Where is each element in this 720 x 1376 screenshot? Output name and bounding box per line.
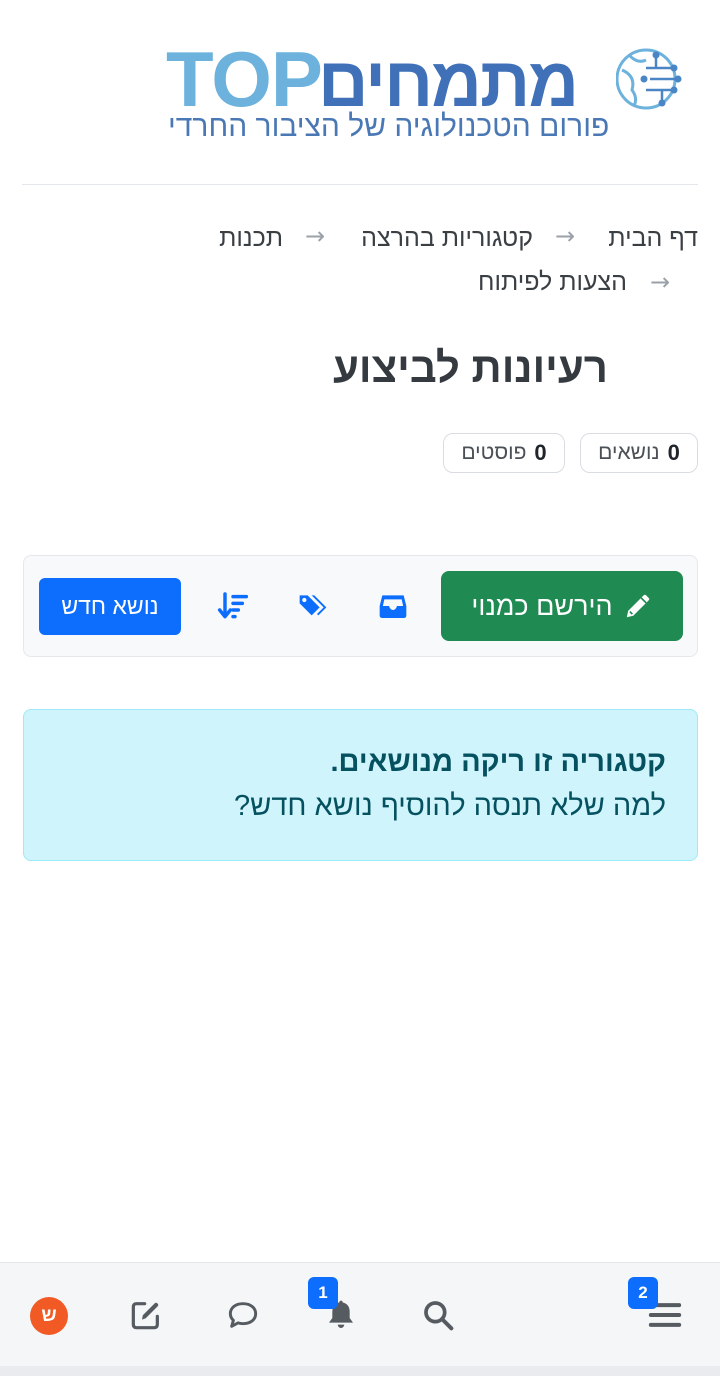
avatar[interactable]: ש [30, 1297, 68, 1335]
compose-icon [131, 1302, 159, 1330]
page-title: רעיונות לביצוע [332, 344, 608, 391]
header-divider [22, 184, 698, 185]
notifications-button[interactable]: 1 [305, 1263, 377, 1367]
empty-state-text: למה שלא תנסה להוסיף נושא חדש? [234, 790, 666, 822]
site-logo[interactable]: TOP מתמחים פורום הטכנולוגיה של הציבור הח… [160, 35, 690, 150]
pencil-icon [626, 594, 649, 618]
register-button[interactable]: הירשם כמנוי [441, 571, 683, 641]
sort-icon[interactable] [217, 590, 249, 622]
site-header: TOP מתמחים פורום הטכנולוגיה של הציבור הח… [0, 0, 720, 185]
breadcrumb-item-categories[interactable]: קטגוריות בהרצה [361, 224, 533, 253]
topics-count: 0 [667, 440, 680, 465]
search-icon [424, 1301, 454, 1331]
chats-button[interactable] [207, 1263, 279, 1367]
empty-state-title: קטגוריה זו ריקה מנושאים. [330, 746, 666, 778]
breadcrumb-item-home[interactable]: דף הבית [608, 224, 698, 253]
chat-icon [228, 1302, 258, 1328]
inbox-icon[interactable] [377, 590, 409, 622]
empty-category-alert: קטגוריה זו ריקה מנושאים. למה שלא תנסה לה… [23, 709, 698, 861]
tags-icon[interactable] [297, 590, 329, 622]
menu-badge: 2 [628, 1277, 658, 1309]
register-label: הירשם כמנוי [471, 590, 613, 621]
breadcrumb-item-suggestions[interactable]: הצעות לפיתוח [478, 268, 627, 297]
compose-button[interactable] [110, 1263, 182, 1367]
posts-count-badge: 0 פוסטים [443, 433, 565, 473]
arrow-right-icon: → [555, 222, 576, 250]
category-toolbar: הירשם כמנוי נושא חדש [23, 555, 698, 657]
topics-count-badge: 0 נושאים [580, 433, 698, 473]
posts-label: פוסטים [461, 441, 527, 464]
logo-wordmark: TOP מתמחים [160, 35, 610, 123]
breadcrumb-item-programming[interactable]: תכנות [219, 224, 283, 253]
search-button[interactable] [402, 1263, 474, 1367]
menu-button[interactable]: 2 [628, 1263, 702, 1367]
new-topic-button[interactable]: נושא חדש [39, 578, 181, 635]
bottom-navigation: 2 1 [0, 1262, 720, 1366]
logo-tagline: פורום הטכנולוגיה של הציבור החרדי [168, 110, 610, 143]
posts-count: 0 [534, 440, 547, 465]
globe-circuit-icon [616, 48, 682, 110]
notifications-badge: 1 [308, 1277, 338, 1309]
topics-label: נושאים [598, 441, 660, 464]
arrow-right-icon: → [650, 268, 671, 296]
system-bar-strip [0, 1366, 720, 1376]
arrow-right-icon: → [305, 222, 326, 250]
